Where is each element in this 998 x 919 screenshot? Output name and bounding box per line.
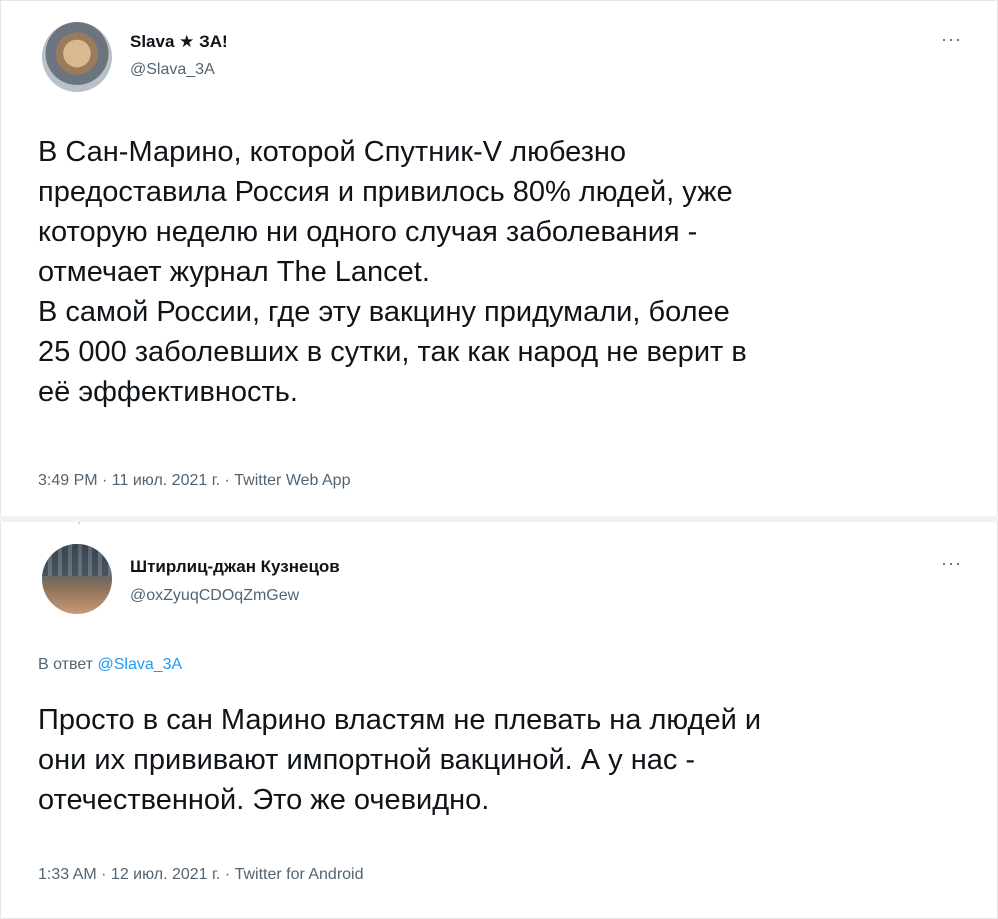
tweet-timestamp[interactable]: 3:49 PM · 11 июл. 2021 г. · Twitter Web … [38,472,350,490]
tweet-text-line: её эффективность. [38,376,298,408]
avatar[interactable] [42,22,112,92]
tweet-text-line: отмечает журнал The Lancet. [38,256,430,288]
tweet-text: Просто в сан Марино властям не плевать н… [38,700,960,820]
reply-to-prefix: В ответ [38,656,94,673]
tweet-text-line: Просто в сан Марино властям не плевать н… [38,704,762,736]
tweet-text-line: которую неделю ни одного случая заболева… [38,216,698,248]
avatar[interactable] [42,544,112,614]
tweet-original[interactable]: Slava ★ ЗА! @Slava_3A ··· В Сан-Марино, … [14,8,980,514]
tweet-reply[interactable]: Штирлиц-джан Кузнецов @oxZyuqCDOqZmGew ·… [14,524,980,912]
author-handle[interactable]: @oxZyuqCDOqZmGew [130,587,299,605]
more-dots-icon[interactable]: ··· [941,554,962,572]
tweet-text: В Сан-Марино, которой Спутник-V любезно … [38,132,960,412]
tweet-text-line: 25 000 заболевших в сутки, так как народ… [38,336,747,368]
reply-to-line: В ответ @Slava_3A [38,656,182,674]
tweet-text-line: В самой России, где эту вакцину придумал… [38,296,730,328]
author-name[interactable]: Slava ★ ЗА! [130,32,228,52]
tweet-text-line: отечественной. Это же очевидно. [38,784,490,816]
author-handle[interactable]: @Slava_3A [130,61,215,79]
tweet-separator [0,516,998,522]
author-name[interactable]: Штирлиц-джан Кузнецов [130,557,340,577]
reply-to-handle-link[interactable]: @Slava_3A [97,656,182,673]
tweet-timestamp[interactable]: 1:33 AM · 12 июл. 2021 г. · Twitter for … [38,866,364,884]
tweet-text-line: В Сан-Марино, которой Спутник-V любезно [38,136,627,168]
more-dots-icon[interactable]: ··· [941,30,962,48]
tweet-text-line: они их прививают импортной вакциной. А у… [38,744,696,776]
tweet-text-line: предоставила Россия и привилось 80% люде… [38,176,733,208]
